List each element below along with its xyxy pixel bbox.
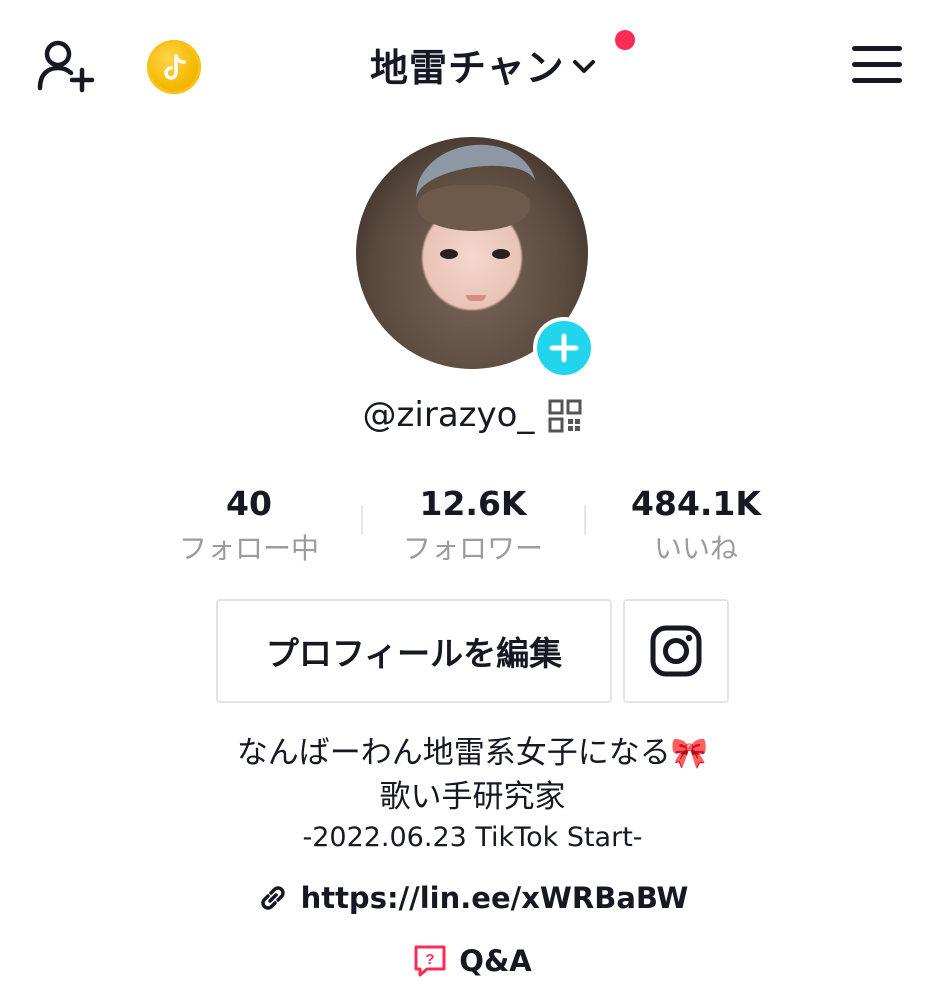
- bio-line-1: なんばーわん地雷系女子になる🎀: [0, 730, 945, 777]
- page-title: 地雷チャン: [370, 45, 565, 90]
- following-label: フォロー中: [178, 532, 319, 565]
- likes-label: いいね: [653, 532, 738, 565]
- bio-line-3: -2022.06.23 TikTok Start-: [302, 822, 643, 853]
- account-switcher[interactable]: 地雷チャン: [370, 36, 597, 92]
- instagram-button[interactable]: [623, 599, 729, 703]
- link-url: https://lin.ee/xWRBaBW: [300, 881, 689, 915]
- qa-button[interactable]: ? Q&A: [0, 938, 945, 984]
- add-avatar-button[interactable]: [533, 317, 595, 379]
- chevron-down-icon: [572, 60, 595, 73]
- following-stat[interactable]: 40 フォロー中: [149, 484, 349, 572]
- ribbon-emoji: 🎀: [670, 736, 709, 771]
- coin-button[interactable]: [147, 40, 201, 94]
- qr-code-icon[interactable]: [548, 399, 582, 433]
- stat-divider: [361, 505, 363, 535]
- instagram-icon: [650, 625, 702, 677]
- bio-text-1: なんばーわん地雷系女子になる: [236, 735, 671, 771]
- likes-stat[interactable]: 484.1K いいね: [596, 484, 796, 572]
- add-friend-button[interactable]: [36, 38, 98, 94]
- question-bubble-icon: ?: [414, 945, 446, 977]
- bio-link[interactable]: https://lin.ee/xWRBaBW: [0, 875, 945, 921]
- stat-divider: [584, 505, 586, 535]
- followers-stat[interactable]: 12.6K フォロワー: [373, 484, 573, 572]
- qa-label: Q&A: [459, 944, 532, 978]
- edit-profile-label: プロフィールを編集: [265, 634, 563, 673]
- tiktok-coin-icon: [164, 54, 186, 80]
- followers-label: フォロワー: [402, 532, 543, 565]
- plus-icon: [549, 333, 579, 363]
- add-user-icon: [37, 40, 95, 93]
- link-icon: [260, 886, 285, 910]
- likes-count: 484.1K: [631, 484, 761, 523]
- notification-dot: [615, 30, 635, 50]
- followers-count: 12.6K: [419, 484, 527, 523]
- username: @zirazyo_: [362, 395, 535, 435]
- menu-button[interactable]: [852, 44, 902, 84]
- following-count: 40: [226, 484, 272, 523]
- edit-profile-button[interactable]: プロフィールを編集: [216, 599, 612, 703]
- username-row: @zirazyo_: [0, 393, 945, 437]
- svg-text:?: ?: [426, 951, 435, 968]
- bio-line-2: 歌い手研究家: [379, 779, 566, 815]
